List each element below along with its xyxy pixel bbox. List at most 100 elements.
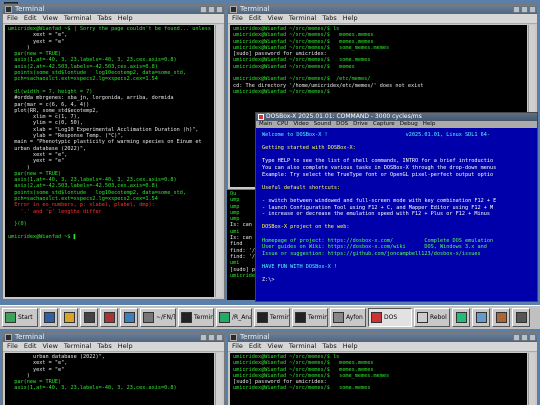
menu-item-edit[interactable]: Edit: [24, 342, 37, 351]
menu-item-tabs[interactable]: Tabs: [97, 342, 111, 351]
close-button[interactable]: [529, 334, 536, 341]
dosbox-title-bar[interactable]: DOSBox-X 2025.01.01: COMMAND - 3000 cycl…: [256, 113, 537, 121]
terminal-icon: [123, 312, 135, 323]
taskbar-launcher[interactable]: [452, 308, 470, 327]
terminal-line: umicridex@Wianfad ~$ ▌: [8, 233, 77, 240]
minimize-button[interactable]: [513, 6, 520, 13]
start-button[interactable]: Start: [2, 308, 38, 327]
menu-bar: File Edit View Terminal Tabs Help: [228, 14, 537, 24]
menu-item-capture[interactable]: Capture: [373, 121, 395, 128]
menu-item-help[interactable]: Help: [118, 14, 133, 23]
title-bar[interactable]: Terminal: [3, 5, 224, 14]
menu-item-view[interactable]: View: [267, 342, 282, 351]
terminal-icon: [515, 312, 527, 323]
menu-item-edit[interactable]: Edit: [24, 14, 37, 23]
taskbar-launcher[interactable]: [100, 308, 118, 327]
menu-item-tabs[interactable]: Tabs: [97, 14, 111, 23]
taskbar-launcher[interactable]: [80, 308, 98, 327]
taskbar-launcher[interactable]: [120, 308, 138, 327]
minimize-button[interactable]: [200, 6, 207, 13]
menu-item-main[interactable]: Main: [259, 121, 272, 128]
taskbar-button--fn-t[interactable]: ~/FN/T: [140, 308, 176, 327]
taskbar-launcher[interactable]: [492, 308, 510, 327]
taskbar-button-ayfon[interactable]: Ayfon: [330, 308, 366, 327]
terminal-icon: [495, 312, 507, 323]
taskbar-button-termin[interactable]: Termin: [178, 308, 214, 327]
title-bar[interactable]: Terminal: [228, 333, 537, 342]
menu-bar: File Edit View Terminal Tabs Help: [3, 14, 224, 24]
minimize-button[interactable]: [513, 334, 520, 341]
close-button[interactable]: [216, 6, 223, 13]
terminal-icon: [5, 334, 12, 341]
taskbar-button-termin[interactable]: Termin: [254, 308, 290, 327]
menu-item-help[interactable]: Help: [343, 14, 358, 23]
menu-item-help[interactable]: Help: [423, 121, 436, 128]
taskbar-launcher[interactable]: [60, 308, 78, 327]
menu-item-tabs[interactable]: Tabs: [322, 342, 336, 351]
menu-item-file[interactable]: File: [232, 342, 243, 351]
taskbar-button--r-anal[interactable]: /R_Anal: [216, 308, 252, 327]
maximize-button[interactable]: [208, 334, 215, 341]
taskbar-button-label: DOS: [384, 314, 398, 321]
taskbar-button-label: Rebol: [430, 314, 447, 321]
maximize-button[interactable]: [521, 334, 528, 341]
menu-item-terminal[interactable]: Terminal: [289, 342, 316, 351]
menu-item-file[interactable]: File: [232, 14, 243, 23]
menu-item-drive[interactable]: Drive: [353, 121, 368, 128]
scrollbar[interactable]: [215, 353, 222, 405]
menu-item-dos[interactable]: DOS: [336, 121, 348, 128]
window-title: Terminal: [240, 333, 270, 341]
close-button[interactable]: [216, 334, 223, 341]
taskbar: Start ~/FN/T Termin/R_Anal Termin Termin Ayfo…: [0, 305, 540, 330]
terminal-line: Homepage of project: https://dosbox-x.co…: [262, 237, 494, 244]
menu-item-view[interactable]: View: [267, 14, 282, 23]
terminal-output[interactable]: umicridex@Wianfad ~/src/memes/$ ls umicri…: [230, 353, 527, 405]
taskbar-button-rebol[interactable]: Rebol: [414, 308, 450, 327]
title-bar[interactable]: Terminal: [3, 333, 224, 342]
taskbar-launcher[interactable]: [472, 308, 490, 327]
maximize-button[interactable]: [521, 6, 528, 13]
dosbox-window[interactable]: DOSBox-X 2025.01.01: COMMAND - 3000 cycl…: [255, 112, 538, 302]
terminal-line: User guides on Wiki: https://dosbox-x.co…: [262, 244, 487, 251]
terminal-output[interactable]: urban database (2022)", xext = "e", yext…: [5, 353, 214, 405]
menu-item-debug[interactable]: Debug: [400, 121, 418, 128]
menu-item-help[interactable]: Help: [118, 342, 133, 351]
terminal-line: main = "Phenotypic plasticity of warming…: [8, 139, 202, 146]
menu-item-cpu[interactable]: CPU: [277, 121, 288, 128]
minimize-button[interactable]: [200, 334, 207, 341]
terminal-window-bottom-right[interactable]: Terminal File Edit View Terminal Tabs Help um…: [227, 332, 538, 405]
taskbar-button-label: Termin: [194, 314, 214, 321]
taskbar-launcher[interactable]: [512, 308, 530, 327]
taskbar-button-dos[interactable]: DOS: [368, 308, 412, 327]
menu-item-file[interactable]: File: [7, 342, 18, 351]
menu-item-view[interactable]: View: [42, 342, 57, 351]
maximize-button[interactable]: [208, 6, 215, 13]
dosbox-screen[interactable]: Welcome to DOSBox-X ! v2025.01.01, Linux…: [258, 130, 535, 299]
menu-item-video[interactable]: Video: [293, 121, 308, 128]
terminal-window-top-left[interactable]: Terminal File Edit View Terminal Tabs Help um…: [2, 4, 225, 300]
taskbar-button-termin[interactable]: Termin: [292, 308, 328, 327]
menu-item-terminal[interactable]: Terminal: [289, 14, 316, 23]
menu-bar: File Edit View Terminal Tabs Help: [3, 342, 224, 352]
scrollbar[interactable]: [528, 353, 535, 405]
taskbar-launcher[interactable]: [40, 308, 58, 327]
menu-item-sound[interactable]: Sound: [314, 121, 331, 128]
terminal-window-bottom-left[interactable]: Terminal File Edit View Terminal Tabs Help ur…: [2, 332, 225, 405]
menu-item-tabs[interactable]: Tabs: [322, 14, 336, 23]
menu-item-edit[interactable]: Edit: [249, 342, 262, 351]
menu-item-help[interactable]: Help: [343, 342, 358, 351]
menu-item-terminal[interactable]: Terminal: [64, 342, 91, 351]
scrollbar[interactable]: [215, 25, 222, 297]
terminal-line: Z:\>: [262, 277, 275, 284]
close-button[interactable]: [529, 6, 536, 13]
menu-item-file[interactable]: File: [7, 14, 18, 23]
menu-item-edit[interactable]: Edit: [249, 14, 262, 23]
terminal-output[interactable]: umicridex@Wianfad ~$ | Sorry the page co…: [5, 25, 214, 297]
title-bar[interactable]: Terminal: [228, 5, 537, 14]
menu-item-view[interactable]: View: [42, 14, 57, 23]
menu-item-terminal[interactable]: Terminal: [64, 14, 91, 23]
